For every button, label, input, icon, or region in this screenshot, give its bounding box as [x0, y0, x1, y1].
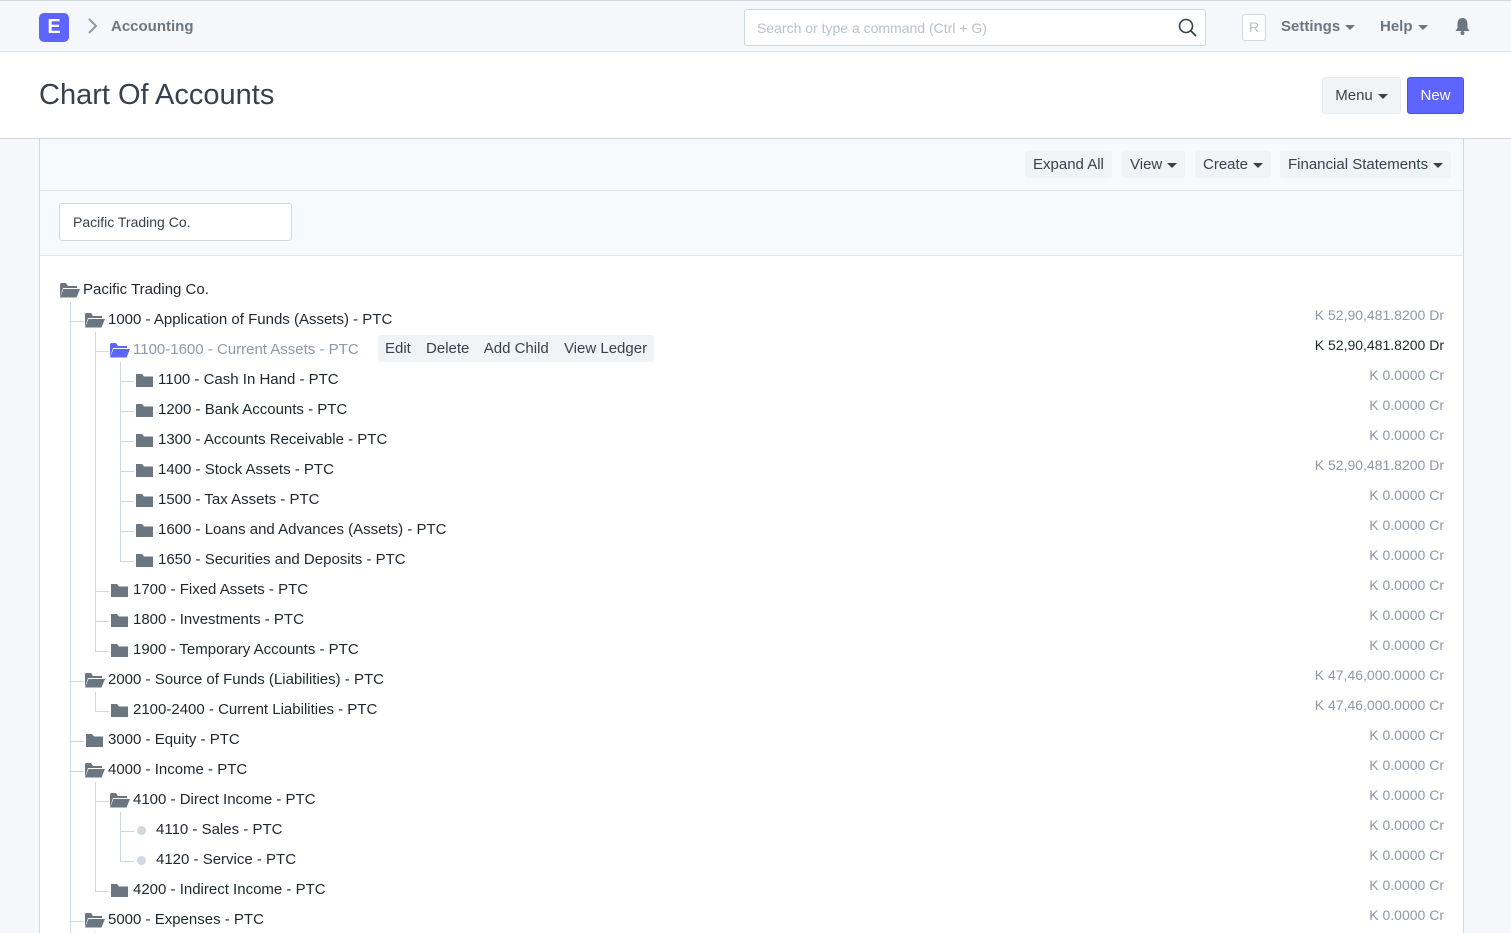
tree-node-label: 1700 - Fixed Assets - PTC	[133, 581, 309, 598]
search-input[interactable]	[745, 10, 1165, 45]
navbar: E Accounting R Settings Help	[0, 0, 1511, 52]
settings-label: Settings	[1281, 18, 1341, 35]
folder-open-icon	[85, 313, 105, 328]
breadcrumb-accounting[interactable]: Accounting	[111, 18, 194, 35]
tree-node-label: 2000 - Source of Funds (Liabilities) - P…	[108, 671, 384, 688]
tree-node-label: 1200 - Bank Accounts - PTC	[158, 401, 348, 418]
folder-open-icon	[85, 763, 105, 778]
folder-icon	[136, 554, 153, 567]
tree-node-label: 2100-2400 - Current Liabilities - PTC	[133, 701, 378, 718]
tree-node-label: 4000 - Income - PTC	[108, 761, 248, 778]
tree-node-label: 1650 - Securities and Deposits - PTC	[158, 551, 406, 568]
caret-down-icon	[1377, 93, 1388, 99]
tree-node-label: 4120 - Service - PTC	[156, 851, 297, 868]
tree-toolbar: Expand All View Create Financial Stateme…	[40, 139, 1463, 191]
leaf-dot-icon	[137, 826, 146, 835]
create-label: Create	[1203, 156, 1249, 173]
help-label: Help	[1380, 18, 1413, 35]
folder-icon	[136, 434, 153, 447]
tree-node-label: 4200 - Indirect Income - PTC	[133, 881, 326, 898]
tree-node-label: 1300 - Accounts Receivable - PTC	[158, 431, 388, 448]
awesome-bar[interactable]	[744, 9, 1206, 46]
folder-icon	[136, 374, 153, 387]
new-button[interactable]: New	[1407, 77, 1464, 114]
leaf-dot-icon	[137, 856, 146, 865]
menu-label: Menu	[1335, 87, 1373, 104]
tree-node-label: 1000 - Application of Funds (Assets) - P…	[108, 311, 393, 328]
app-logo[interactable]: E	[39, 13, 69, 42]
settings-dropdown[interactable]: Settings	[1281, 18, 1356, 35]
tree-node-label: 1800 - Investments - PTC	[133, 611, 304, 628]
tree-node-label: 4110 - Sales - PTC	[156, 821, 283, 838]
caret-down-icon	[1167, 162, 1178, 168]
tree-node-label: 1600 - Loans and Advances (Assets) - PTC	[158, 521, 447, 538]
folder-icon	[136, 524, 153, 537]
financial-statements-dropdown[interactable]: Financial Statements	[1280, 151, 1452, 178]
view-dropdown[interactable]: View	[1122, 151, 1186, 178]
folder-icon	[136, 494, 153, 507]
tree-node-label: 1900 - Temporary Accounts - PTC	[133, 641, 359, 658]
chevron-right-icon	[88, 18, 98, 34]
folder-icon	[111, 704, 128, 717]
caret-down-icon	[1253, 162, 1264, 168]
tree-node-label: 1100 - Cash In Hand - PTC	[158, 371, 339, 388]
folder-icon	[136, 464, 153, 477]
caret-down-icon	[1417, 24, 1428, 30]
tree-node-label: 4100 - Direct Income - PTC	[133, 791, 316, 808]
folder-icon	[111, 644, 128, 657]
user-avatar[interactable]: R	[1242, 14, 1266, 41]
filter-area: Pacific Trading Co.	[40, 191, 1463, 256]
folder-open-icon	[60, 283, 80, 298]
folder-open-icon	[110, 343, 130, 358]
page-title: Chart Of Accounts	[39, 79, 275, 111]
folder-open-icon	[110, 793, 130, 808]
caret-down-icon	[1345, 24, 1356, 30]
folder-icon	[111, 884, 128, 897]
tree-node-label: 1400 - Stock Assets - PTC	[158, 461, 334, 478]
tree-node-label: 1100-1600 - Current Assets - PTC	[133, 341, 359, 358]
search-icon	[1178, 18, 1197, 37]
caret-down-icon	[1433, 162, 1444, 168]
tree-node-label: 5000 - Expenses - PTC	[108, 911, 264, 928]
tree-node-label: 1500 - Tax Assets - PTC	[158, 491, 320, 508]
create-dropdown[interactable]: Create	[1195, 151, 1272, 178]
folder-open-icon	[85, 913, 105, 928]
folder-icon	[111, 584, 128, 597]
tree-node-label: Pacific Trading Co.	[83, 281, 209, 298]
help-dropdown[interactable]: Help	[1380, 18, 1428, 35]
folder-open-icon	[85, 673, 105, 688]
notification-bell-icon[interactable]	[1454, 17, 1471, 36]
tree-node-label: 3000 - Equity - PTC	[108, 731, 240, 748]
company-filter-input[interactable]: Pacific Trading Co.	[59, 203, 292, 241]
view-label: View	[1130, 156, 1163, 173]
page-head: Chart Of Accounts Menu New	[0, 52, 1511, 139]
menu-button[interactable]: Menu	[1322, 77, 1401, 114]
folder-icon	[86, 734, 103, 747]
folder-icon	[111, 614, 128, 627]
folder-icon	[136, 404, 153, 417]
financial-statements-label: Financial Statements	[1288, 156, 1429, 173]
expand-all-button[interactable]: Expand All	[1025, 151, 1112, 178]
